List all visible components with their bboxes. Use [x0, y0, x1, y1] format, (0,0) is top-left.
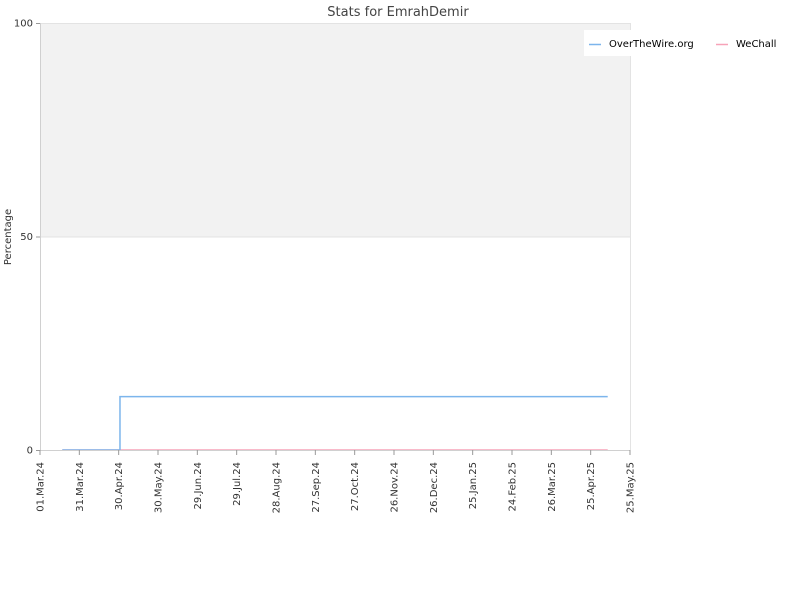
x-tick-label: 30.May.24 — [154, 462, 165, 513]
x-tick-label: 30.Apr.24 — [114, 462, 125, 510]
x-tick-label: 01.Mar.24 — [36, 462, 47, 512]
chart-title: Stats for EmrahDemir — [327, 5, 469, 20]
y-axis-label: Percentage — [3, 209, 14, 265]
legend: OverTheWire.org WeChall — [584, 30, 784, 56]
x-tick-label: 26.Mar.25 — [547, 462, 558, 512]
x-tick-label: 26.Nov.24 — [390, 462, 401, 513]
x-tick-label: 24.Feb.25 — [508, 462, 519, 512]
x-tick-label: 27.Oct.24 — [350, 462, 361, 511]
x-tick-label: 25.Jan.25 — [468, 462, 479, 509]
stats-chart: 0 50 100 01.Mar.24 31.Mar.24 30.Apr.24 30.May.… — [0, 0, 800, 600]
x-tick-label: 27.Sep.24 — [311, 462, 322, 513]
y-tick-label: 50 — [20, 232, 33, 243]
y-tick-label: 100 — [14, 19, 33, 30]
x-tick-label: 26.Dec.24 — [429, 462, 440, 513]
plot-upper-band — [40, 23, 630, 237]
x-tick-label: 31.Mar.24 — [75, 462, 86, 512]
x-tick-label: 29.Jun.24 — [193, 462, 204, 509]
x-tick-label: 25.May.25 — [626, 462, 637, 513]
x-tick-label: 29.Jul.24 — [232, 462, 243, 506]
y-tick-label: 0 — [27, 446, 33, 457]
x-tick-label: 28.Aug.24 — [272, 462, 283, 513]
legend-label: OverTheWire.org — [609, 39, 694, 50]
x-tick-label: 25.Apr.25 — [586, 462, 597, 510]
legend-label: WeChall — [736, 39, 776, 50]
